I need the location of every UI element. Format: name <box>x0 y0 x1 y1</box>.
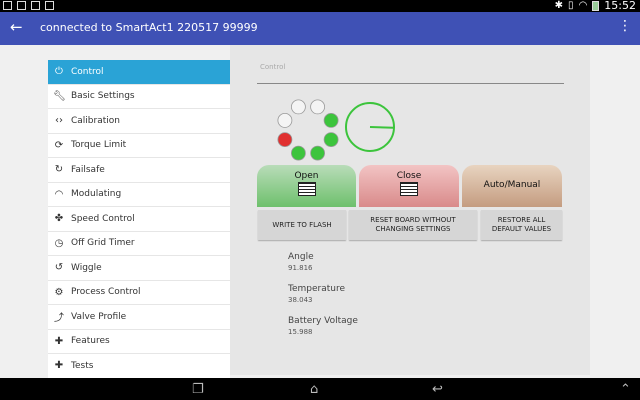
valve-led-green <box>310 145 325 161</box>
close-label: Close <box>396 171 422 181</box>
control-input[interactable]: Control <box>257 58 564 84</box>
tablet-screen: ✱ ▯ ◠ 15:52 ← connected to SmartAct1 220… <box>0 0 640 400</box>
sidebar-item-label: Control <box>71 66 104 77</box>
code-icon: ‹› <box>55 115 63 127</box>
valve-led-off <box>310 99 325 115</box>
wifi-icon: ◠ <box>578 0 588 11</box>
sidebar-item-speed-control[interactable]: ✤ Speed Control <box>48 207 230 232</box>
sidebar-item-label: Off Grid Timer <box>71 238 135 249</box>
action-bar: ← connected to SmartAct1 220517 99999 ⋮ <box>0 12 640 45</box>
close-button[interactable]: Close <box>359 165 459 207</box>
wiggle-icon: ↺ <box>54 262 64 274</box>
puzzle-icon: ✚ <box>54 335 64 347</box>
sidebar-item-modulating[interactable]: ◠ Modulating <box>48 183 230 207</box>
valve-led-green <box>323 112 339 128</box>
sidebar-item-label: Calibration <box>71 115 120 126</box>
refresh-icon: ⟳ <box>54 139 64 151</box>
sidebar-item-basic-settings[interactable]: 🔧︎ Basic Settings <box>48 85 230 109</box>
position-gauge <box>345 102 395 152</box>
sidebar-item-label: Modulating <box>71 189 122 200</box>
open-label: Open <box>294 171 319 181</box>
power-icon: ⏻ <box>55 66 63 78</box>
back-icon[interactable]: ↩ <box>432 382 443 397</box>
reset-board-button[interactable]: RESET BOARD WITHOUT CHANGING SETTINGS <box>349 210 477 240</box>
image-icon <box>3 1 12 10</box>
battery-voltage-label: Battery Voltage <box>288 316 358 326</box>
wrench-icon: 🔧︎ <box>53 90 66 102</box>
battery-voltage-value: 15.988 <box>288 328 313 336</box>
sidebar-item-label: Tests <box>71 360 94 371</box>
temperature-label: Temperature <box>288 284 346 294</box>
trend-icon: ⤴ <box>54 313 64 325</box>
system-nav-bar: ❐ ⌂ ↩ ⌃ <box>0 378 640 400</box>
valve-led-off <box>290 99 306 115</box>
bluetooth-icon: ✱ <box>554 0 564 11</box>
valve-led-green <box>290 145 306 161</box>
sidebar-item-label: Failsafe <box>71 164 105 175</box>
sidebar-item-tests[interactable]: ✚ Tests <box>48 354 230 379</box>
temperature-value: 38.043 <box>288 296 313 304</box>
connection-title: connected to SmartAct1 220517 99999 <box>40 21 258 34</box>
fan-icon: ✤ <box>54 213 64 225</box>
status-time: 15:52 <box>604 0 636 12</box>
status-bar: ✱ ▯ ◠ 15:52 <box>0 0 640 12</box>
sidebar-item-features[interactable]: ✚ Features <box>48 330 230 354</box>
auto-manual-label: Auto/Manual <box>483 180 541 190</box>
recent-apps-icon[interactable]: ❐ <box>192 382 204 397</box>
angle-readout: Angle 91.816 <box>288 252 314 272</box>
sidebar-item-calibration[interactable]: ‹› Calibration <box>48 109 230 134</box>
sidebar-item-off-grid-timer[interactable]: ◷ Off Grid Timer <box>48 232 230 256</box>
sidebar-item-label: Basic Settings <box>71 91 135 102</box>
sidebar-item-label: Process Control <box>71 287 141 298</box>
sidebar-item-valve-profile[interactable]: ⤴ Valve Profile <box>48 305 230 330</box>
overflow-menu-icon[interactable]: ⋮ <box>618 18 632 34</box>
failsafe-icon: ↻ <box>54 164 64 176</box>
gauge-needle <box>369 126 395 129</box>
home-icon[interactable]: ⌂ <box>310 382 318 397</box>
puzzle-icon: ✚ <box>54 360 64 372</box>
sidebar-item-label: Valve Profile <box>71 311 127 322</box>
valve-status-display <box>277 99 395 161</box>
timer-icon: ◷ <box>54 237 64 249</box>
vibrate-icon: ▯ <box>568 0 574 11</box>
valve-led-off <box>277 112 293 128</box>
sidebar-item-torque-limit[interactable]: ⟳ Torque Limit <box>48 134 230 158</box>
open-valve-icon <box>297 182 316 196</box>
angle-value: 91.816 <box>288 264 313 272</box>
auto-manual-button[interactable]: Auto/Manual <box>462 165 562 207</box>
sidebar-item-failsafe[interactable]: ↻ Failsafe <box>48 158 230 183</box>
sidebar-item-label: Torque Limit <box>71 140 127 151</box>
calendar-icon <box>31 1 40 10</box>
valve-led-red <box>277 132 293 147</box>
back-arrow-icon[interactable]: ← <box>10 18 23 36</box>
chevron-up-icon[interactable]: ⌃ <box>620 382 631 397</box>
valve-led-green <box>323 132 339 147</box>
wifi-icon: ◠ <box>54 188 64 200</box>
control-input-placeholder: Control <box>260 63 286 71</box>
angle-label: Angle <box>288 252 314 262</box>
restore-defaults-button[interactable]: RESTORE ALL DEFAULT VALUES <box>481 210 562 240</box>
sidebar-item-label: Wiggle <box>71 262 102 273</box>
sidebar-item-label: Features <box>71 336 110 347</box>
temperature-readout: Temperature 38.043 <box>288 284 345 304</box>
gallery-icon <box>17 1 26 10</box>
sidebar-item-wiggle[interactable]: ↺ Wiggle <box>48 256 230 281</box>
sidebar-item-process-control[interactable]: ⚙ Process Control <box>48 281 230 305</box>
sidebar-item-label: Speed Control <box>71 213 135 224</box>
battery-voltage-readout: Battery Voltage 15.988 <box>288 316 358 336</box>
settings-icon: ⚙ <box>54 286 64 298</box>
open-button[interactable]: Open <box>257 165 356 207</box>
battery-icon <box>592 0 600 11</box>
close-valve-icon <box>400 182 418 196</box>
write-to-flash-button[interactable]: WRITE TO FLASH <box>258 210 346 240</box>
flag-icon <box>45 1 54 10</box>
settings-sidebar: ⏻ Control 🔧︎ Basic Settings ‹› Calibrati… <box>48 60 230 379</box>
sidebar-item-control[interactable]: ⏻ Control <box>48 60 230 85</box>
